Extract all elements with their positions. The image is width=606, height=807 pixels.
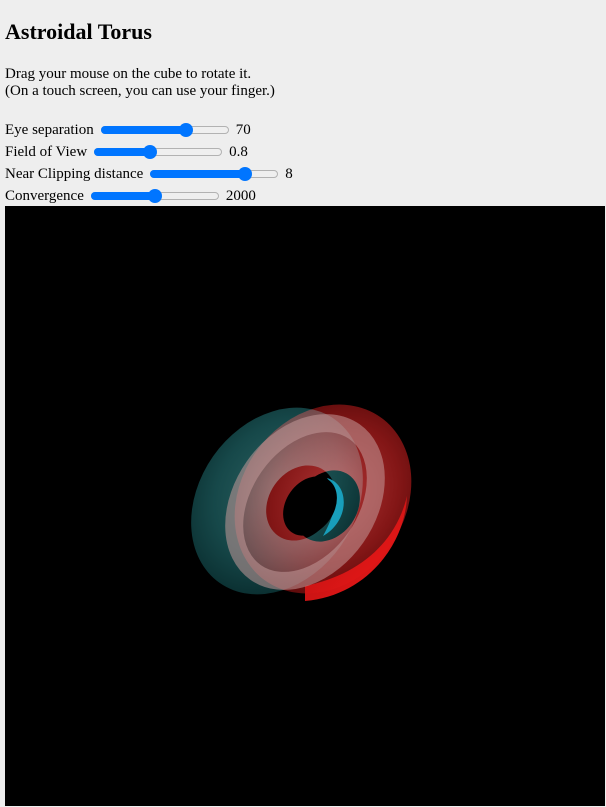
- convergence-slider[interactable]: [90, 185, 219, 207]
- field-of-view-control: Field of View 0.8: [5, 141, 248, 163]
- instruction-line-mouse: Drag your mouse on the cube to rotate it…: [5, 66, 252, 82]
- field-of-view-value: 0.8: [229, 143, 248, 160]
- convergence-value: 2000: [225, 187, 256, 204]
- near-clipping-label: Near Clipping distance: [5, 165, 144, 182]
- torus-render: [191, 404, 412, 601]
- instruction-line-touch: (On a touch screen, you can use your fin…: [5, 83, 275, 99]
- convergence-control: Convergence 2000: [5, 185, 256, 207]
- slider-thumb[interactable]: [178, 123, 193, 137]
- field-of-view-label: Field of View: [5, 143, 88, 160]
- webgl-canvas[interactable]: [5, 206, 605, 806]
- eye-separation-value: 70: [235, 121, 251, 138]
- eye-separation-control: Eye separation 70: [5, 119, 251, 141]
- instructions: Drag your mouse on the cube to rotate it…: [5, 66, 275, 100]
- near-clipping-control: Near Clipping distance 8: [5, 163, 293, 185]
- eye-separation-label: Eye separation: [5, 121, 94, 138]
- slider-fill: [150, 170, 246, 178]
- convergence-label: Convergence: [5, 187, 84, 204]
- slider-fill: [100, 126, 186, 134]
- slider-fill: [94, 148, 151, 156]
- page-title: Astroidal Torus: [5, 19, 152, 44]
- slider-thumb[interactable]: [238, 167, 253, 181]
- page: Astroidal Torus Drag your mouse on the c…: [0, 0, 606, 807]
- slider-thumb[interactable]: [147, 189, 162, 203]
- field-of-view-slider[interactable]: [94, 141, 223, 163]
- eye-separation-slider[interactable]: [100, 119, 229, 141]
- slider-thumb[interactable]: [143, 145, 158, 159]
- near-clipping-slider[interactable]: [150, 163, 279, 185]
- near-clipping-value: 8: [285, 165, 293, 182]
- slider-fill: [90, 192, 155, 200]
